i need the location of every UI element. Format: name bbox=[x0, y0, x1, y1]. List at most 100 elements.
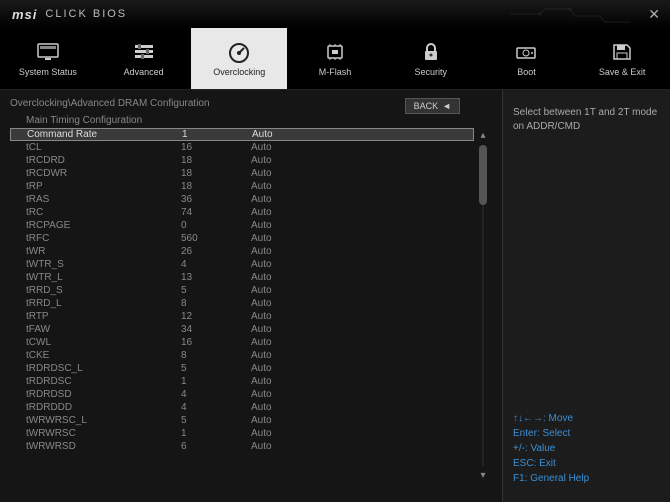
param-mode: Auto bbox=[251, 298, 474, 309]
table-row[interactable]: tRDRDSC1Auto bbox=[10, 375, 474, 388]
key-enter: Enter: Select bbox=[513, 426, 660, 441]
table-row[interactable]: tRRD_L8Auto bbox=[10, 297, 474, 310]
key-legend: ↑↓←→: Move Enter: Select +/-: Value ESC:… bbox=[513, 411, 660, 486]
param-value: 4 bbox=[181, 389, 251, 400]
param-value: 1 bbox=[181, 428, 251, 439]
param-value: 74 bbox=[181, 207, 251, 218]
table-row[interactable]: tRDRDDD4Auto bbox=[10, 401, 474, 414]
param-value: 1 bbox=[181, 376, 251, 387]
table-row[interactable]: tRFC560Auto bbox=[10, 232, 474, 245]
key-move: ↑↓←→: Move bbox=[513, 411, 660, 426]
key-value: +/-: Value bbox=[513, 441, 660, 456]
nav-overclocking[interactable]: Overclocking bbox=[191, 28, 287, 89]
param-name: tWRWRSD bbox=[26, 441, 181, 452]
param-name: tRDRDDD bbox=[26, 402, 181, 413]
table-row[interactable]: Command Rate1Auto bbox=[10, 128, 474, 141]
param-mode: Auto bbox=[251, 259, 474, 270]
param-mode: Auto bbox=[251, 272, 474, 283]
param-value: 6 bbox=[181, 441, 251, 452]
table-row[interactable]: tCKE8Auto bbox=[10, 349, 474, 362]
help-panel: Select between 1T and 2T mode on ADDR/CM… bbox=[502, 90, 670, 502]
param-mode: Auto bbox=[251, 181, 474, 192]
table-row[interactable]: tRC74Auto bbox=[10, 206, 474, 219]
table-row[interactable]: tWRWRSD6Auto bbox=[10, 440, 474, 453]
table-row[interactable]: tWTR_S4Auto bbox=[10, 258, 474, 271]
nav-save-exit[interactable]: Save & Exit bbox=[574, 28, 670, 89]
table-row[interactable]: tFAW34Auto bbox=[10, 323, 474, 336]
param-mode: Auto bbox=[252, 129, 473, 140]
brand-logo: msi bbox=[12, 7, 37, 22]
back-label: BACK bbox=[414, 101, 439, 111]
section-title: Main Timing Configuration bbox=[26, 115, 492, 126]
param-name: tRP bbox=[26, 181, 181, 192]
scroll-down-icon[interactable]: ▾ bbox=[480, 470, 485, 481]
param-mode: Auto bbox=[251, 441, 474, 452]
param-value: 16 bbox=[181, 337, 251, 348]
param-name: tRDRDSC bbox=[26, 376, 181, 387]
table-row[interactable]: tCL16Auto bbox=[10, 141, 474, 154]
nav-security[interactable]: Security bbox=[383, 28, 479, 89]
timing-table[interactable]: Command Rate1AutotCL16AutotRCDRD18AutotR… bbox=[10, 128, 474, 483]
param-name: tRDRDSD bbox=[26, 389, 181, 400]
param-value: 18 bbox=[181, 181, 251, 192]
monitor-icon bbox=[34, 41, 62, 63]
scroll-thumb[interactable] bbox=[479, 145, 487, 205]
nav-label: Advanced bbox=[124, 67, 164, 77]
save-icon bbox=[608, 41, 636, 63]
param-value: 0 bbox=[181, 220, 251, 231]
param-name: tRAS bbox=[26, 194, 181, 205]
table-row[interactable]: tWR26Auto bbox=[10, 245, 474, 258]
param-name: tRCDRD bbox=[26, 155, 181, 166]
table-row[interactable]: tWRWRSC_L5Auto bbox=[10, 414, 474, 427]
scrollbar[interactable]: ▴ ▾ bbox=[474, 128, 492, 483]
back-button[interactable]: BACK ◄ bbox=[405, 98, 460, 114]
table-row[interactable]: tRDRDSC_L5Auto bbox=[10, 362, 474, 375]
param-mode: Auto bbox=[251, 324, 474, 335]
param-name: tWRWRSC bbox=[26, 428, 181, 439]
param-name: tRCDWR bbox=[26, 168, 181, 179]
table-row[interactable]: tRDRDSD4Auto bbox=[10, 388, 474, 401]
scroll-track[interactable] bbox=[482, 145, 484, 466]
nav-advanced[interactable]: Advanced bbox=[96, 28, 192, 89]
param-mode: Auto bbox=[251, 246, 474, 257]
table-row[interactable]: tWTR_L13Auto bbox=[10, 271, 474, 284]
param-value: 12 bbox=[181, 311, 251, 322]
param-name: tCWL bbox=[26, 337, 181, 348]
scroll-up-icon[interactable]: ▴ bbox=[480, 130, 485, 141]
param-mode: Auto bbox=[251, 207, 474, 218]
table-row[interactable]: tRRD_S5Auto bbox=[10, 284, 474, 297]
param-value: 16 bbox=[181, 142, 251, 153]
table-row[interactable]: tRTP12Auto bbox=[10, 310, 474, 323]
param-name: tWTR_S bbox=[26, 259, 181, 270]
param-value: 26 bbox=[181, 246, 251, 257]
param-value: 18 bbox=[181, 168, 251, 179]
nav-label: Security bbox=[414, 67, 447, 77]
gauge-icon bbox=[225, 41, 253, 63]
param-value: 8 bbox=[181, 350, 251, 361]
help-text: Select between 1T and 2T mode on ADDR/CM… bbox=[513, 106, 660, 134]
table-row[interactable]: tRCDWR18Auto bbox=[10, 167, 474, 180]
main-panel: Overclocking\Advanced DRAM Configuration… bbox=[0, 90, 502, 502]
param-name: tFAW bbox=[26, 324, 181, 335]
table-row[interactable]: tWRWRSC1Auto bbox=[10, 427, 474, 440]
nav-boot[interactable]: Boot bbox=[479, 28, 575, 89]
table-row[interactable]: tRP18Auto bbox=[10, 180, 474, 193]
param-value: 5 bbox=[181, 285, 251, 296]
key-f1: F1: General Help bbox=[513, 471, 660, 486]
nav-system-status[interactable]: System Status bbox=[0, 28, 96, 89]
param-mode: Auto bbox=[251, 142, 474, 153]
title-bar: msi CLICK BIOS ✕ bbox=[0, 0, 670, 28]
param-mode: Auto bbox=[251, 337, 474, 348]
param-name: tRTP bbox=[26, 311, 181, 322]
nav-mflash[interactable]: M-Flash bbox=[287, 28, 383, 89]
content-area: Overclocking\Advanced DRAM Configuration… bbox=[0, 90, 670, 502]
close-icon[interactable]: ✕ bbox=[648, 6, 660, 23]
param-mode: Auto bbox=[251, 376, 474, 387]
table-row[interactable]: tCWL16Auto bbox=[10, 336, 474, 349]
table-row[interactable]: tRCDRD18Auto bbox=[10, 154, 474, 167]
param-name: tWRWRSC_L bbox=[26, 415, 181, 426]
table-row[interactable]: tRAS36Auto bbox=[10, 193, 474, 206]
param-mode: Auto bbox=[251, 168, 474, 179]
lock-icon bbox=[417, 41, 445, 63]
table-row[interactable]: tRCPAGE0Auto bbox=[10, 219, 474, 232]
